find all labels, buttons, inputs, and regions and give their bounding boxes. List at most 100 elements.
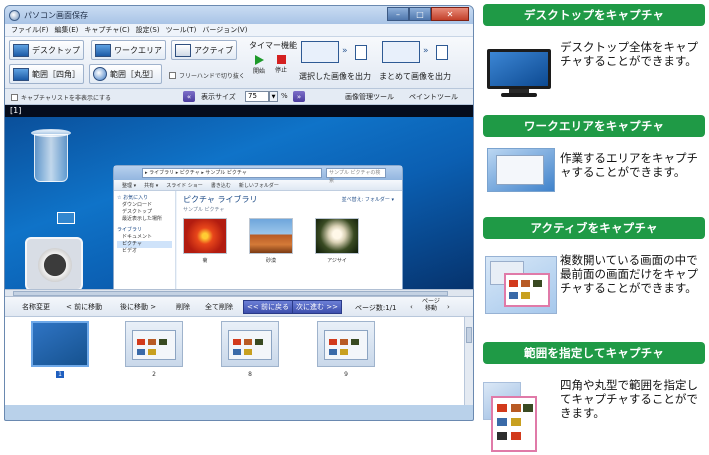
nav-item: ピクチャ: [117, 241, 172, 248]
minimize-button[interactable]: –: [387, 7, 409, 21]
feature-desc-range: 四角や丸型で範囲を指定してキャプチャすることができます。: [560, 378, 698, 420]
page-icon: [355, 45, 367, 60]
monitor-icon: [487, 49, 551, 99]
double-arrow-icon: »: [342, 46, 348, 56]
display-size-label: 表示サイズ: [201, 93, 236, 101]
size-decrease-button[interactable]: «: [183, 91, 195, 102]
output-all-button[interactable]: まとめて画像を出力: [379, 71, 451, 82]
page-back-arrow[interactable]: ‹: [410, 303, 413, 311]
delete-all-button[interactable]: 全て削除: [202, 300, 236, 314]
clock-gadget: [25, 237, 83, 289]
explorer-nav-pane: ☆ お気に入り ダウンロード デスクトップ 最近表示した場所 ライブラリ ドキュ…: [114, 191, 176, 289]
nav-item: ビデオ: [122, 248, 138, 254]
capture-thumbnail[interactable]: [221, 321, 279, 369]
range-illustration: [483, 378, 557, 454]
capture-toolbar: デスクトップ ワークエリア アクティブ タイマー機能 開始 停止 範囲［四角］ …: [5, 37, 473, 89]
screenshot-root: パソコン画面保存 – □ ✕ ファイル(F) 編集(E) キャプチャ(C) 設定…: [0, 0, 709, 455]
delete-button[interactable]: 削除: [173, 300, 193, 314]
menu-edit[interactable]: 編集(E): [55, 25, 79, 35]
paint-tool-button[interactable]: ペイントツール: [409, 92, 458, 102]
active-capture-button[interactable]: アクティブ: [171, 40, 238, 60]
chevron-down-icon[interactable]: ▼: [269, 91, 278, 102]
capture-thumbnail[interactable]: [125, 321, 183, 369]
timer-stop-button[interactable]: 停止: [275, 55, 287, 74]
menu-bar: ファイル(F) 編集(E) キャプチャ(C) 設定(S) ツール(T) バージョ…: [5, 24, 473, 37]
nav-item: ☆ お気に入り: [117, 195, 149, 201]
menu-version[interactable]: バージョン(V): [202, 25, 247, 35]
percent-label: %: [281, 92, 288, 100]
explorer-command-bar: 整理 ▾ 共有 ▾ スライド ショー 書き込む 新しいフォルダー: [114, 180, 402, 191]
feature-desc-desktop: デスクトップ全体をキャプチャすることができます。: [560, 40, 698, 68]
timer-start-button[interactable]: 開始: [253, 55, 265, 75]
rename-button[interactable]: 名称変更: [19, 300, 53, 314]
recycle-bin-icon: [29, 129, 73, 185]
menu-file[interactable]: ファイル(F): [11, 25, 49, 35]
feature-heading-active: アクティブをキャプチャ: [483, 217, 705, 239]
capture-thumbnail[interactable]: [31, 321, 89, 369]
nav-item: デスクトップ: [122, 209, 153, 215]
prev-page-button[interactable]: << 前に戻る: [243, 300, 293, 314]
stop-icon: [276, 55, 286, 64]
window-title: パソコン画面保存: [24, 10, 88, 20]
play-icon: [254, 55, 264, 65]
rect-range-capture-button[interactable]: 範囲［四角］: [9, 64, 84, 84]
freehand-checkbox-box[interactable]: [169, 72, 176, 79]
explorer-search-box: サンプル ピクチャの検索: [326, 168, 386, 184]
library-subheading: サンプル ピクチャ: [183, 207, 225, 213]
round-range-capture-button[interactable]: 範囲［丸型］: [89, 64, 162, 84]
picture-thumbnails: 菊 砂漠 アジサイ: [183, 218, 359, 264]
next-page-button[interactable]: 次に進む >>: [292, 300, 342, 314]
title-bar: パソコン画面保存 – □ ✕: [5, 6, 473, 24]
feature-desc-workarea: 作業するエリアをキャプチャすることができます。: [560, 151, 698, 179]
picture-caption: アジサイ: [327, 258, 347, 264]
desktop-capture-label: デスクトップ: [32, 45, 80, 55]
display-size-input[interactable]: 75: [245, 91, 269, 102]
workarea-icon: [95, 43, 111, 57]
hide-capture-list-label: キャプチャリストを非表示にする: [21, 95, 112, 102]
maximize-button[interactable]: □: [409, 7, 431, 21]
explorer-address-bar: ▸ ライブラリ ▸ ピクチャ ▸ サンプル ピクチャ: [142, 168, 322, 178]
nav-item: ライブラリ: [117, 227, 143, 233]
picture-caption: 菊: [202, 258, 208, 264]
thumbnail-vertical-scrollbar[interactable]: [464, 317, 473, 405]
preview-horizontal-scrollbar[interactable]: [5, 289, 473, 297]
selection-marquee: [57, 212, 75, 224]
round-range-icon: [93, 67, 107, 81]
close-button[interactable]: ✕: [431, 7, 469, 21]
feature-desc-active: 複数開いている画面の中で最前面の画面だけをキャプチャすることができます。: [560, 253, 698, 295]
explorer-cmd-slideshow: スライド ショー: [166, 182, 203, 189]
menu-settings[interactable]: 設定(S): [136, 25, 160, 35]
move-prev-button[interactable]: < 前に移動: [63, 300, 105, 314]
menu-capture[interactable]: キャプチャ(C): [84, 25, 129, 35]
double-arrow-icon: »: [423, 46, 429, 56]
explorer-title-bar: ▸ ライブラリ ▸ ピクチャ ▸ サンプル ピクチャ サンプル ピクチャの検索: [114, 166, 402, 184]
page-forward-arrow[interactable]: ›: [447, 303, 450, 311]
hide-capture-list-box[interactable]: [11, 94, 18, 101]
app-icon: [9, 9, 20, 21]
nav-item: ダウンロード: [122, 202, 153, 208]
window-controls: – □ ✕: [387, 7, 469, 21]
output-all-icon[interactable]: [382, 41, 420, 63]
output-selected-icon[interactable]: [301, 41, 339, 63]
explorer-content: ピクチャ ライブラリ サンプル ピクチャ 並べ替え: フォルダー ▾ 菊 砂漠 …: [177, 191, 402, 289]
feature-heading-desktop: デスクトップをキャプチャ: [483, 4, 705, 26]
image-manager-button[interactable]: 画像管理ツール: [345, 92, 394, 102]
capture-thumbnail[interactable]: [317, 321, 375, 369]
capture-index-label: [1]: [5, 105, 473, 117]
view-options-bar: キャプチャリストを非表示にする « 表示サイズ 75 ▼ % » 画像管理ツール…: [5, 89, 473, 105]
page-move-button[interactable]: ページ 移動: [421, 298, 441, 312]
menu-tools[interactable]: ツール(T): [166, 25, 197, 35]
move-next-button[interactable]: 後に移動 >: [117, 300, 159, 314]
desktop-capture-button[interactable]: デスクトップ: [9, 40, 84, 60]
size-increase-button[interactable]: »: [293, 91, 305, 102]
feature-heading-workarea: ワークエリアをキャプチャ: [483, 115, 705, 137]
timer-stop-label: 停止: [275, 67, 288, 74]
round-range-label: 範囲［丸型］: [110, 69, 158, 79]
page-icon: [436, 45, 448, 60]
workarea-capture-button[interactable]: ワークエリア: [91, 40, 166, 60]
hide-capture-list-checkbox[interactable]: キャプチャリストを非表示にする: [11, 93, 111, 102]
thumbnail-number: 8: [248, 371, 252, 378]
freehand-checkbox[interactable]: フリーハンドで切り抜く: [169, 71, 245, 80]
active-window-icon: [175, 43, 191, 57]
output-selected-button[interactable]: 選択した画像を出力: [299, 71, 371, 82]
